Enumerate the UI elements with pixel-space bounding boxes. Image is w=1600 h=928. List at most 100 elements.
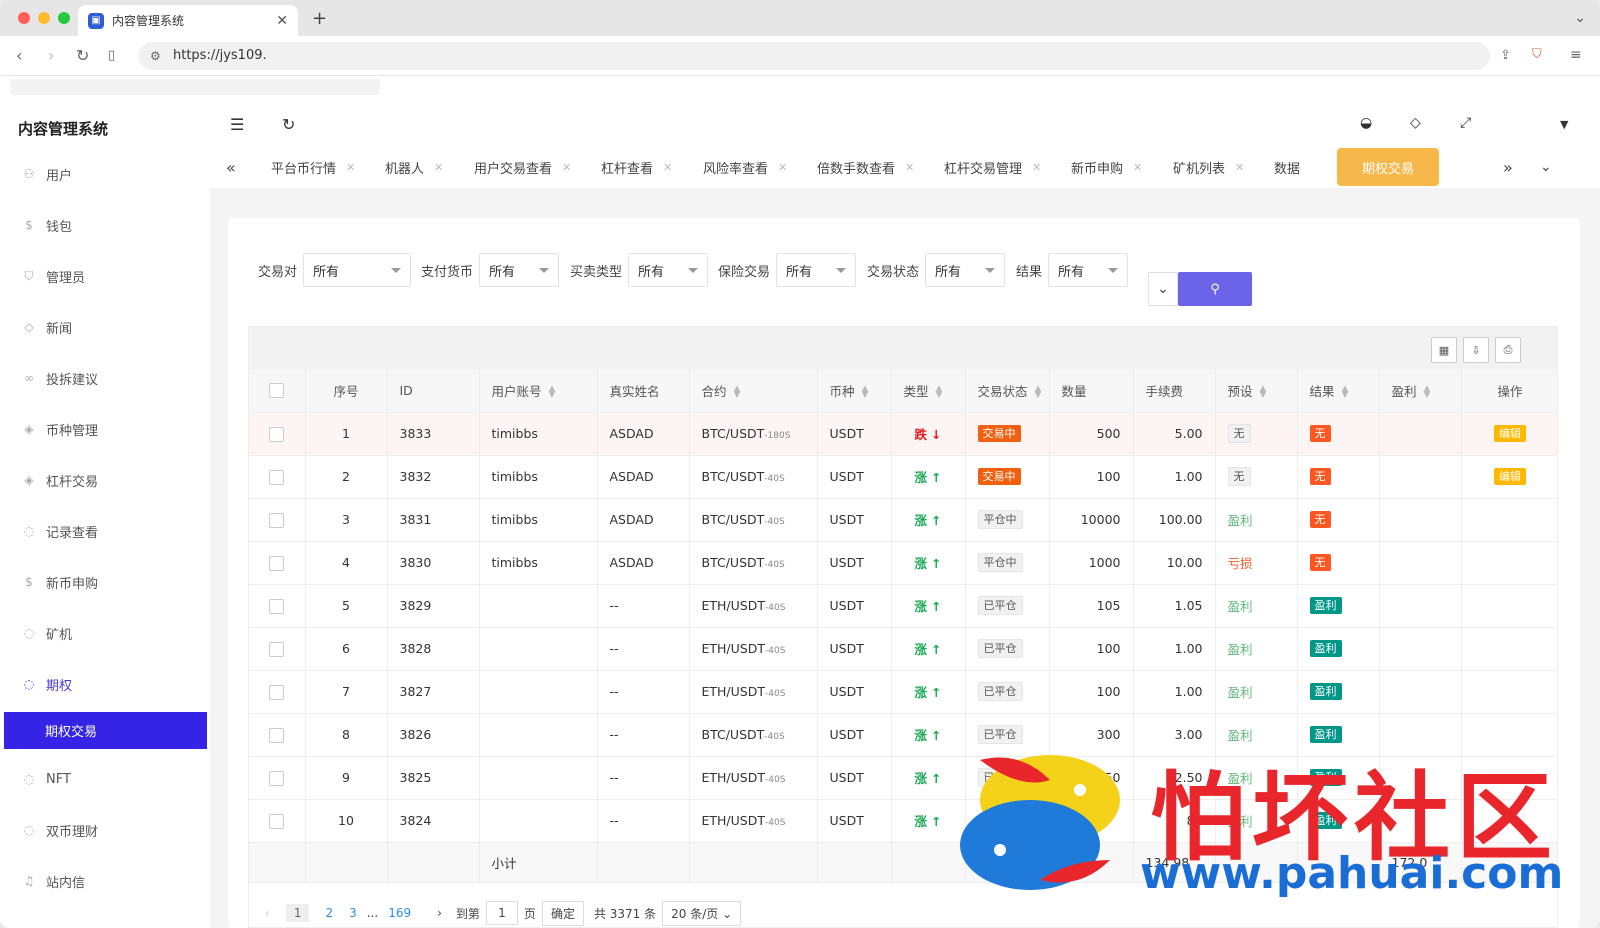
tab-platform-market[interactable]: 平台币行情 ✕ bbox=[271, 148, 355, 186]
tab-data[interactable]: 数据 bbox=[1274, 148, 1300, 186]
expand-filters-button[interactable]: ⌄ bbox=[1148, 272, 1178, 306]
row-checkbox[interactable] bbox=[269, 770, 285, 786]
share-icon[interactable]: ⇪ bbox=[1500, 48, 1511, 63]
sidebar-item-options[interactable]: ◌ 期权 bbox=[0, 666, 210, 702]
fullscreen-icon[interactable]: ⤢ bbox=[1460, 115, 1471, 131]
page-size-select[interactable]: 20 条/页 ⌄ bbox=[662, 900, 742, 926]
new-tab-button[interactable]: + bbox=[312, 8, 327, 29]
sidebar-item-coins[interactable]: ◈ 币种管理 bbox=[0, 411, 210, 447]
sidebar-item-messages[interactable]: ♫ 站内信 bbox=[0, 863, 210, 899]
page-1[interactable]: 1 bbox=[285, 904, 310, 922]
sidebar-item-records[interactable]: ◌ 记录查看 bbox=[0, 513, 210, 549]
col-header-profit[interactable]: 盈利 ▲ ▼ bbox=[1379, 369, 1462, 413]
col-header-preset[interactable]: 预设 ▲ ▼ bbox=[1215, 369, 1298, 413]
print-icon[interactable]: ⎙ bbox=[1495, 337, 1521, 363]
close-tab-icon[interactable]: ✕ bbox=[276, 13, 288, 29]
row-checkbox[interactable] bbox=[269, 813, 285, 829]
sidebar-item-user[interactable]: ⚇ 用户 bbox=[0, 156, 210, 192]
sidebar-item-admin[interactable]: ⛉ 管理员 bbox=[0, 258, 210, 294]
site-settings-icon[interactable]: ⚙ bbox=[150, 42, 161, 70]
search-button[interactable]: ⚲ bbox=[1178, 272, 1252, 306]
row-checkbox[interactable] bbox=[269, 512, 285, 528]
page-2[interactable]: 2 bbox=[325, 906, 333, 920]
sidebar-item-dual-finance[interactable]: ◌ 双币理财 bbox=[0, 812, 210, 848]
row-checkbox[interactable] bbox=[269, 469, 285, 485]
sidebar-item-leverage[interactable]: ◈ 杠杆交易 bbox=[0, 462, 210, 498]
filter-pair-select[interactable]: 所有 bbox=[303, 253, 412, 287]
close-tab-icon[interactable]: ✕ bbox=[346, 161, 355, 174]
menu-toggle-icon[interactable]: ☰ bbox=[230, 115, 244, 134]
tab-leverage-view[interactable]: 杠杆查看 ✕ bbox=[601, 148, 672, 186]
tab-multiplier[interactable]: 倍数手数查看 ✕ bbox=[817, 148, 914, 186]
filter-pay-currency-select[interactable]: 所有 bbox=[479, 253, 560, 287]
col-header-result[interactable]: 结果 ▲ ▼ bbox=[1297, 369, 1380, 413]
tab-list-chevron-icon[interactable]: ⌄ bbox=[1574, 10, 1586, 26]
tabs-scroll-left-icon[interactable]: « bbox=[226, 148, 236, 186]
theme-icon[interactable]: ◒ bbox=[1360, 115, 1372, 131]
filter-insurance-select[interactable]: 所有 bbox=[776, 253, 857, 287]
browser-tab[interactable]: ▣ 内容管理系统 ✕ bbox=[78, 5, 298, 36]
close-tab-icon[interactable]: ✕ bbox=[1133, 161, 1142, 174]
tabs-scroll-right-icon[interactable]: » bbox=[1503, 148, 1513, 186]
sort-icon[interactable]: ▲ ▼ bbox=[1260, 385, 1267, 400]
goto-ok-button[interactable]: 确定 bbox=[541, 900, 584, 926]
tab-options-trade[interactable]: 期权交易 bbox=[1337, 148, 1439, 186]
close-tab-icon[interactable]: ✕ bbox=[905, 161, 914, 174]
tab-risk-rate[interactable]: 风险率查看 ✕ bbox=[703, 148, 787, 186]
page-last[interactable]: 169 bbox=[388, 906, 411, 920]
zoom-window-button[interactable] bbox=[58, 12, 70, 24]
tab-leverage-manage[interactable]: 杠杆交易管理 ✕ bbox=[944, 148, 1041, 186]
sort-icon[interactable]: ▲ ▼ bbox=[734, 385, 741, 400]
row-checkbox[interactable] bbox=[269, 684, 285, 700]
row-checkbox[interactable] bbox=[269, 598, 285, 614]
close-tab-icon[interactable]: ✕ bbox=[663, 161, 672, 174]
col-header-coin[interactable]: 币种 ▲ ▼ bbox=[817, 369, 892, 413]
brave-shield-icon[interactable]: ⛉ bbox=[1532, 47, 1542, 62]
export-icon[interactable]: ⇩ bbox=[1463, 337, 1489, 363]
col-header-type[interactable]: 类型 ▲ ▼ bbox=[891, 369, 966, 413]
col-header-status[interactable]: 交易状态 ▲ ▼ bbox=[965, 369, 1050, 413]
tab-robot[interactable]: 机器人 ✕ bbox=[385, 148, 443, 186]
close-window-button[interactable] bbox=[18, 12, 30, 24]
row-checkbox[interactable] bbox=[269, 555, 285, 571]
sidebar-item-ipo[interactable]: $ 新币申购 bbox=[0, 564, 210, 600]
filter-trade-side-select[interactable]: 所有 bbox=[628, 253, 709, 287]
filter-status-select[interactable]: 所有 bbox=[925, 253, 1006, 287]
next-page-icon[interactable]: › bbox=[437, 906, 442, 920]
select-all-checkbox[interactable] bbox=[269, 383, 285, 399]
row-checkbox[interactable] bbox=[269, 426, 285, 442]
row-checkbox[interactable] bbox=[269, 727, 285, 743]
row-checkbox[interactable] bbox=[269, 641, 285, 657]
page-3[interactable]: 3 bbox=[349, 906, 357, 920]
url-field[interactable]: ⚙ https://jys109. bbox=[138, 42, 1490, 70]
col-header-user[interactable]: 用户账号 ▲ ▼ bbox=[479, 369, 598, 413]
bookmark-icon[interactable]: ▯ bbox=[108, 48, 115, 63]
reload-icon[interactable]: ↻ bbox=[76, 46, 89, 65]
refresh-icon[interactable]: ↻ bbox=[282, 115, 295, 134]
sidebar-item-nft[interactable]: ◌ NFT bbox=[0, 761, 210, 797]
sort-icon[interactable]: ▲ ▼ bbox=[862, 385, 869, 400]
tab-miner-list[interactable]: 矿机列表 ✕ bbox=[1173, 148, 1244, 186]
close-tab-icon[interactable]: ✕ bbox=[778, 161, 787, 174]
tabs-menu-chevron-icon[interactable]: ⌄ bbox=[1540, 148, 1552, 186]
page-input[interactable]: 1 bbox=[485, 901, 518, 925]
sort-icon[interactable]: ▲ ▼ bbox=[1342, 385, 1349, 400]
filter-result-select[interactable]: 所有 bbox=[1048, 253, 1129, 287]
sidebar-subitem-options-trade[interactable]: 期权交易 bbox=[4, 712, 207, 749]
columns-filter-icon[interactable]: ▦ bbox=[1431, 337, 1457, 363]
prev-page-icon[interactable]: ‹ bbox=[265, 906, 270, 920]
close-tab-icon[interactable]: ✕ bbox=[434, 161, 443, 174]
close-tab-icon[interactable]: ✕ bbox=[1032, 161, 1041, 174]
sort-icon[interactable]: ▲ ▼ bbox=[1424, 385, 1431, 400]
user-dropdown-icon[interactable]: ▼ bbox=[1560, 118, 1568, 131]
sidebar-item-news[interactable]: ◇ 新闻 bbox=[0, 309, 210, 345]
sort-icon[interactable]: ▲ ▼ bbox=[1035, 385, 1042, 400]
close-tab-icon[interactable]: ✕ bbox=[1235, 161, 1244, 174]
sort-icon[interactable]: ▲ ▼ bbox=[936, 385, 943, 400]
edit-button[interactable]: 编辑 bbox=[1494, 425, 1526, 442]
sidebar-item-miner[interactable]: ◌ 矿机 bbox=[0, 615, 210, 651]
sidebar-item-wallet[interactable]: $ 钱包 bbox=[0, 207, 210, 243]
sort-icon[interactable]: ▲ ▼ bbox=[549, 385, 556, 400]
minimize-window-button[interactable] bbox=[38, 12, 50, 24]
col-header-contract[interactable]: 合约 ▲ ▼ bbox=[689, 369, 818, 413]
